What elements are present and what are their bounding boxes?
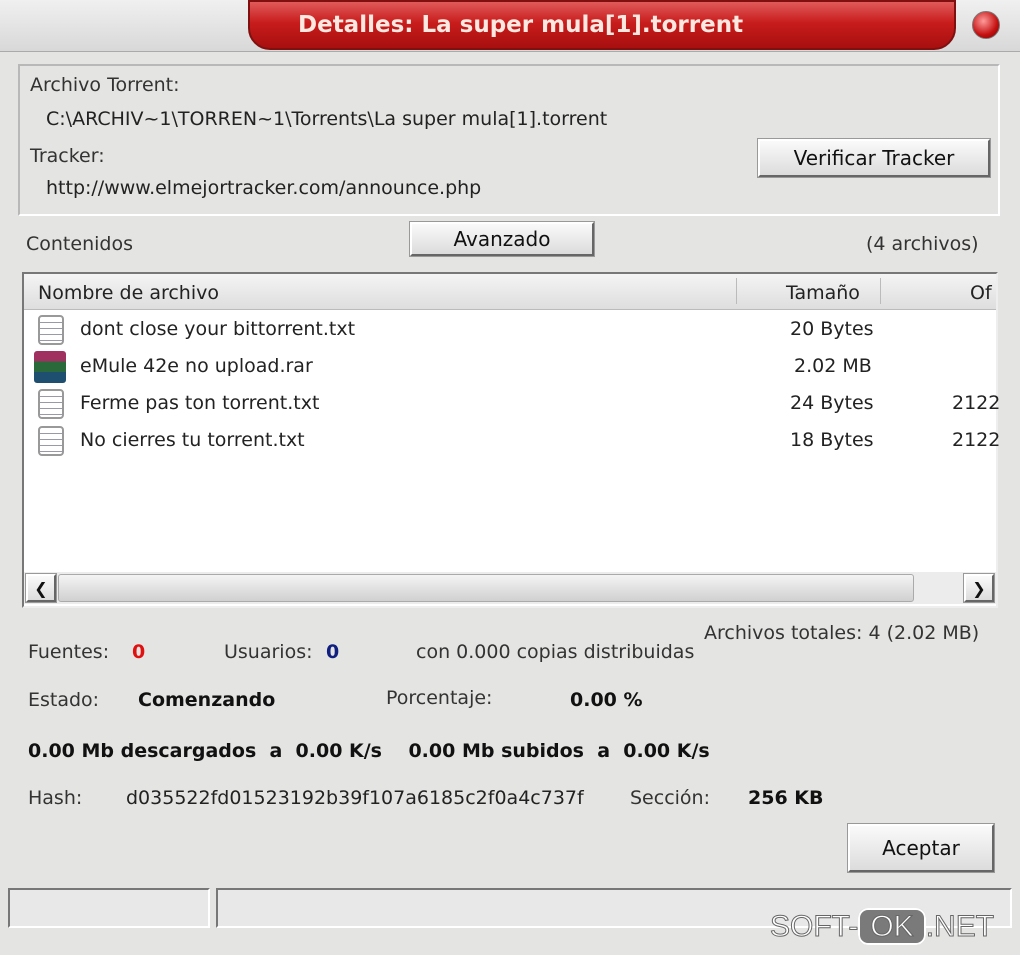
rar-archive-icon (34, 351, 66, 383)
percent-label: Porcentaje: (386, 687, 493, 709)
scrollbar-thumb[interactable] (58, 574, 914, 602)
file-count: (4 archivos) (866, 233, 979, 255)
file-list[interactable]: Nombre de archivo Tamaño Of dont close y… (22, 272, 1000, 608)
sources-value: 0 (132, 641, 146, 663)
list-header: Nombre de archivo Tamaño Of (24, 274, 996, 310)
file-size: 18 Bytes (790, 429, 874, 451)
state-label: Estado: (28, 689, 100, 711)
text-file-icon (38, 426, 64, 456)
state-value: Comenzando (138, 689, 276, 711)
window-title: Detalles: La super mula[1].torrent (248, 0, 956, 50)
verify-tracker-button[interactable]: Verificar Tracker (757, 138, 991, 178)
percent-value: 0.00 % (570, 689, 643, 711)
table-row[interactable]: eMule 42e no upload.rar 2.02 MB (24, 349, 996, 386)
file-name: eMule 42e no upload.rar (80, 355, 313, 377)
sources-label: Fuentes: (28, 641, 110, 663)
section-value: 256 KB (748, 787, 824, 809)
file-size: 2.02 MB (794, 355, 872, 377)
horizontal-scrollbar[interactable]: ❮ ❯ (24, 572, 996, 604)
scroll-left-icon[interactable]: ❮ (25, 573, 57, 603)
column-name[interactable]: Nombre de archivo (38, 282, 219, 304)
scroll-right-icon[interactable]: ❯ (963, 573, 995, 603)
accept-button[interactable]: Aceptar (847, 823, 995, 873)
table-row[interactable]: dont close your bittorrent.txt 20 Bytes (24, 312, 996, 349)
tracker-label: Tracker: (30, 145, 105, 167)
text-file-icon (38, 389, 64, 419)
status-bar-left (8, 888, 210, 928)
advanced-button[interactable]: Avanzado (409, 221, 595, 257)
transfer-stats: 0.00 Mb descargados a 0.00 K/s 0.00 Mb s… (28, 740, 710, 762)
torrent-file-path: C:\ARCHIV~1\TORREN~1\Torrents\La super m… (46, 108, 608, 130)
users-label: Usuarios: (224, 641, 313, 663)
hash-label: Hash: (28, 787, 83, 809)
column-size[interactable]: Tamaño (786, 282, 860, 304)
table-row[interactable]: No cierres tu torrent.txt 18 Bytes 2122 (24, 423, 1000, 460)
column-offset[interactable]: Of (970, 282, 992, 304)
copies-text: con 0.000 copias distribuidas (416, 641, 695, 663)
table-row[interactable]: Ferme pas ton torrent.txt 24 Bytes 2122 (24, 386, 1000, 423)
file-name: No cierres tu torrent.txt (80, 429, 305, 451)
file-name: Ferme pas ton torrent.txt (80, 392, 320, 414)
total-files: Archivos totales: 4 (2.02 MB) (704, 622, 980, 644)
hash-value: d035522fd01523192b39f107a6185c2f0a4c737f (126, 787, 584, 809)
file-size: 24 Bytes (790, 392, 874, 414)
torrent-file-label: Archivo Torrent: (30, 74, 180, 96)
watermark: SOFT- OK .NET (769, 908, 995, 945)
close-icon[interactable] (972, 11, 1000, 39)
tracker-url: http://www.elmejortracker.com/announce.p… (46, 177, 482, 199)
file-size: 20 Bytes (790, 318, 874, 340)
users-value: 0 (326, 641, 340, 663)
contents-label: Contenidos (26, 233, 133, 255)
file-offset: 2122 (952, 392, 1001, 414)
section-label: Sección: (630, 787, 710, 809)
file-offset: 2122 (952, 429, 1001, 451)
text-file-icon (38, 315, 64, 345)
file-name: dont close your bittorrent.txt (80, 318, 356, 340)
